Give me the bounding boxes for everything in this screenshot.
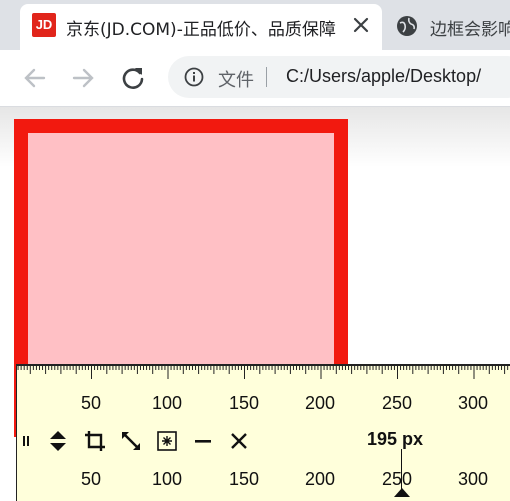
tab-title: 京东(JD.COM)-正品低价、品质保障 — [66, 20, 336, 40]
tab-strip: JD 京东(JD.COM)-正品低价、品质保障 边框会影响盒子 — [0, 0, 510, 50]
address-bar[interactable]: 文件 C:/Users/apple/Desktop/ — [168, 56, 510, 98]
measurement-readout: 195 px — [367, 429, 424, 449]
minimize-icon[interactable] — [191, 429, 215, 453]
scale-label: 150 — [228, 469, 260, 489]
tab-jd[interactable]: JD 京东(JD.COM)-正品低价、品质保障 — [20, 4, 382, 50]
center-point-icon[interactable] — [155, 429, 179, 453]
globe-icon — [397, 16, 417, 36]
info-icon[interactable] — [184, 67, 204, 87]
close-icon[interactable] — [227, 429, 251, 453]
close-icon[interactable] — [348, 12, 374, 38]
divider — [266, 67, 267, 87]
scale-label: 50 — [80, 469, 102, 489]
scheme-label: 文件 — [218, 70, 254, 91]
browser-toolbar: 文件 C:/Users/apple/Desktop/ — [0, 50, 510, 107]
jd-favicon-icon: JD — [32, 13, 56, 37]
scale-label: 300 — [457, 393, 489, 413]
scale-label: 100 — [151, 469, 183, 489]
diagonal-resize-icon[interactable] — [119, 429, 143, 453]
vertical-orientation-icon[interactable] — [46, 429, 70, 453]
scale-label: 300 — [457, 469, 489, 489]
forward-arrow-icon[interactable] — [68, 63, 98, 93]
scale-label: 100 — [151, 393, 183, 413]
scale-label: 50 — [80, 393, 102, 413]
grip-icon[interactable] — [21, 429, 33, 453]
ruler-marker-triangle[interactable] — [394, 488, 410, 497]
scale-label: 250 — [381, 393, 413, 413]
tab-title: 边框会影响盒子 — [430, 20, 510, 40]
reload-icon[interactable] — [118, 63, 148, 93]
back-arrow-icon[interactable] — [20, 63, 50, 93]
crop-icon[interactable] — [83, 429, 107, 453]
scale-label: 250 — [381, 469, 413, 489]
scale-label: 150 — [228, 393, 260, 413]
screen-ruler[interactable]: 50 100 150 200 250 300 195 px 50 100 150… — [16, 364, 510, 501]
tab-border[interactable]: 边框会影响盒子 — [382, 4, 510, 50]
url-text[interactable]: C:/Users/apple/Desktop/ — [286, 66, 481, 87]
scale-label: 200 — [304, 469, 336, 489]
scale-label: 200 — [304, 393, 336, 413]
